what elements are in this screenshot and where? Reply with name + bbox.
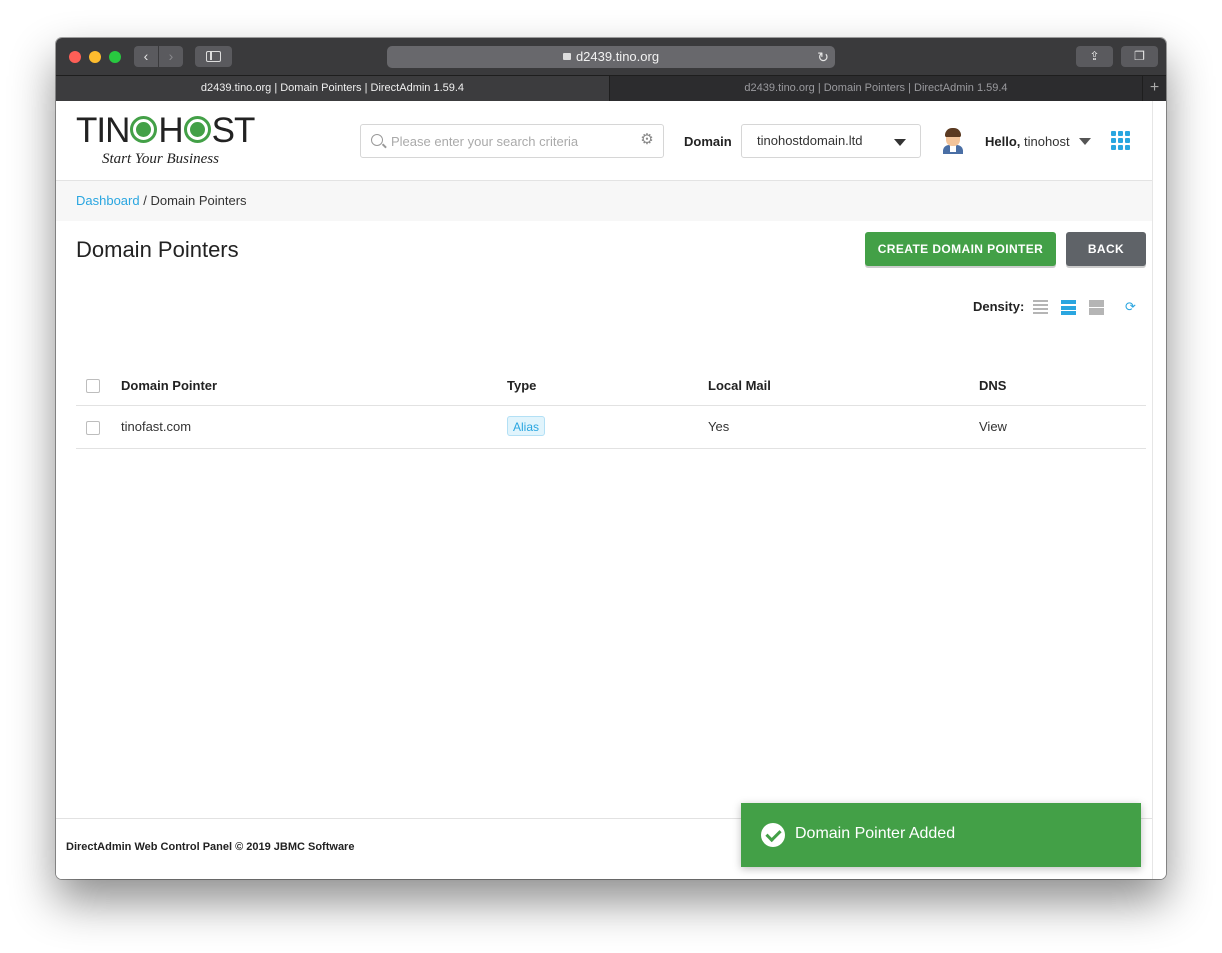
row-dns-view-link[interactable]: View [979, 407, 1007, 447]
back-nav-button[interactable]: ‹ [134, 46, 158, 67]
page-title: Domain Pointers [76, 237, 239, 262]
logo-wordmark: TIN H ST [76, 111, 255, 150]
site-header: TINHST Start Your Business ⚙ Domain tino… [56, 101, 1152, 181]
cloud-icon [130, 116, 158, 143]
table-row: tinofast.com Alias Yes View [76, 407, 1146, 449]
chevron-left-icon: ‹ [143, 48, 149, 64]
url-text: d2439.tino.org [575, 49, 660, 64]
scrollbar-track[interactable] [1152, 101, 1166, 879]
density-normal-icon[interactable] [1061, 300, 1076, 315]
minimize-window-button[interactable] [89, 51, 101, 63]
plus-icon: + [1149, 79, 1160, 96]
share-icon: ⇪ [1089, 49, 1100, 63]
username: tinohost [1024, 134, 1070, 149]
hello-label: Hello, [985, 134, 1021, 149]
browser-tabbar: d2439.tino.org | Domain Pointers | Direc… [56, 75, 1166, 101]
refresh-icon[interactable]: ⟳ [1125, 299, 1136, 315]
close-window-button[interactable] [69, 51, 81, 63]
footer-copyright: DirectAdmin Web Control Panel © 2019 JBM… [66, 841, 355, 853]
apps-grid-icon[interactable] [1111, 131, 1131, 151]
breadcrumb-separator: / [139, 193, 151, 208]
row-type: Alias [507, 407, 546, 447]
breadcrumb-current: Domain Pointers [150, 193, 247, 208]
row-domain[interactable]: tinofast.com [121, 407, 191, 447]
sidebar-toggle-button[interactable] [195, 46, 232, 67]
address-bar[interactable]: d2439.tino.org ↻ [387, 46, 835, 68]
search-box[interactable]: ⚙ [360, 124, 664, 158]
logo-tagline: Start Your Business [102, 151, 219, 167]
column-type[interactable]: Type [507, 366, 536, 406]
browser-tab-inactive[interactable]: d2439.tino.org | Domain Pointers | Direc… [611, 76, 1141, 101]
row-checkbox[interactable] [86, 421, 100, 435]
tabs-icon: ❐ [1134, 49, 1145, 63]
search-input[interactable] [391, 125, 631, 157]
domain-label: Domain [684, 134, 732, 149]
user-avatar[interactable] [941, 128, 965, 154]
forward-nav-button[interactable]: › [159, 46, 183, 67]
cloud-upload-icon [183, 116, 211, 143]
row-local-mail: Yes [708, 419, 730, 434]
column-dns[interactable]: DNS [979, 366, 1006, 406]
chevron-right-icon: › [168, 48, 174, 64]
column-local-mail[interactable]: Local Mail [708, 366, 771, 406]
density-label: Density: [973, 299, 1025, 314]
tab-overview-button[interactable]: ❐ [1121, 46, 1158, 67]
sidebar-icon [206, 51, 221, 62]
gear-icon[interactable]: ⚙ [639, 132, 655, 148]
user-menu-caret-icon[interactable] [1079, 138, 1091, 145]
new-tab-button[interactable]: + [1142, 76, 1166, 101]
check-circle-icon [761, 823, 785, 847]
column-domain-pointer[interactable]: Domain Pointer [121, 366, 217, 406]
select-all-checkbox[interactable] [86, 379, 100, 393]
breadcrumb: Dashboard / Domain Pointers [56, 181, 1152, 221]
table-header: Domain Pointer Type Local Mail DNS [76, 366, 1146, 406]
lock-icon [562, 53, 571, 60]
share-button[interactable]: ⇪ [1076, 46, 1113, 67]
page-content: TINHST Start Your Business ⚙ Domain tino… [56, 101, 1152, 879]
reload-icon[interactable]: ↻ [817, 46, 829, 68]
breadcrumb-dashboard-link[interactable]: Dashboard [76, 193, 140, 208]
browser-titlebar: ‹ › d2439.tino.org ↻ ⇪ ❐ [56, 38, 1166, 75]
toast-message: Domain Pointer Added [795, 825, 956, 842]
density-comfortable-icon[interactable] [1089, 300, 1104, 315]
search-icon [371, 134, 383, 146]
caret-down-icon [894, 139, 906, 146]
zoom-window-button[interactable] [109, 51, 121, 63]
type-badge: Alias [507, 416, 546, 436]
create-domain-pointer-button[interactable]: CREATE DOMAIN POINTER [865, 232, 1056, 266]
browser-tab-active[interactable]: d2439.tino.org | Domain Pointers | Direc… [56, 76, 610, 101]
domain-select[interactable]: tinohostdomain.ltd [741, 124, 921, 158]
tinohost-logo[interactable]: TIN H ST Start Your Business [76, 113, 266, 173]
domain-select-value: tinohostdomain.ltd [757, 133, 863, 148]
user-greeting[interactable]: Hello, tinohost [985, 134, 1070, 149]
back-button[interactable]: BACK [1066, 232, 1146, 266]
success-toast[interactable]: Domain Pointer Added [741, 803, 1141, 867]
density-compact-icon[interactable] [1033, 300, 1048, 315]
browser-window: ‹ › d2439.tino.org ↻ ⇪ ❐ d2439.tino.org … [56, 38, 1166, 879]
